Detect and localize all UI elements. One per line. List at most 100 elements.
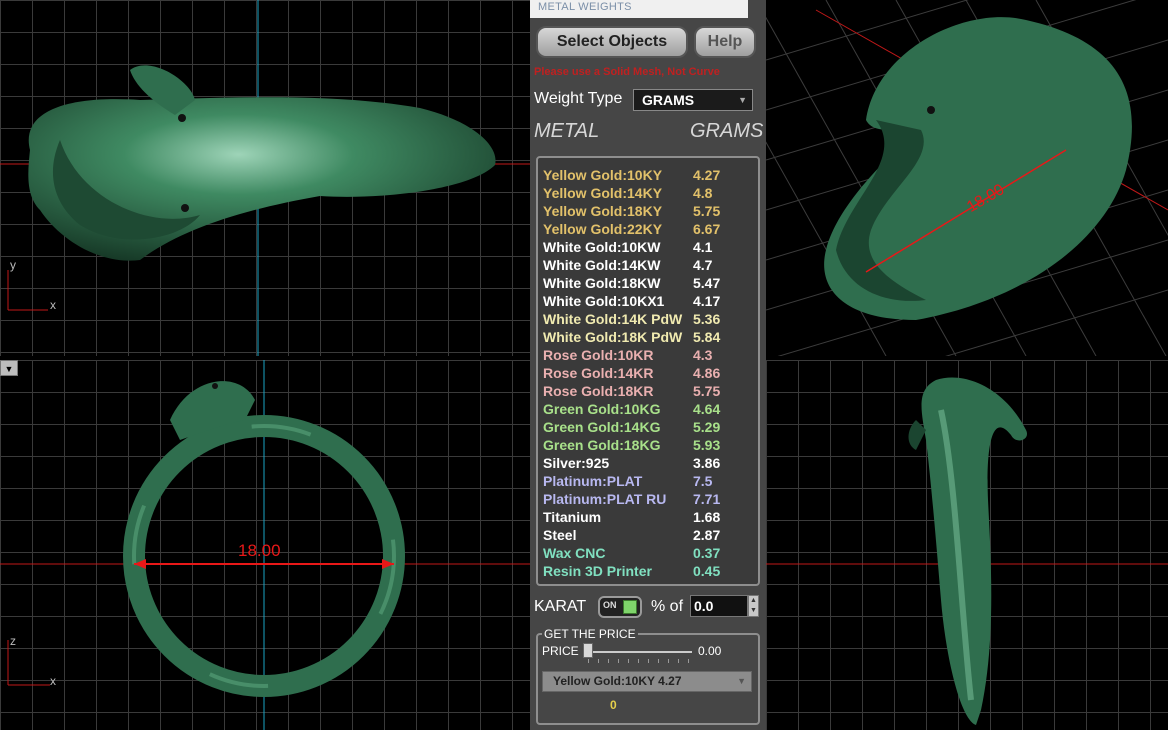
viewport-side-canvas: [766, 377, 1168, 725]
metal-grams: 5.47: [693, 275, 721, 291]
metal-name: Resin 3D Printer: [543, 563, 652, 579]
axis-label-x-front: x: [50, 674, 56, 688]
metal-grams: 4.86: [693, 365, 721, 381]
table-row[interactable]: Platinum:PLAT 7.5: [543, 472, 712, 490]
weight-type-value: GRAMS: [642, 92, 695, 108]
table-row[interactable]: Yellow Gold:18KY 5.75: [543, 202, 720, 220]
metal-grams: 0.37: [693, 545, 721, 561]
table-row[interactable]: White Gold:18K PdW 5.84: [543, 328, 720, 346]
price-group-title: GET THE PRICE: [542, 627, 638, 641]
table-row[interactable]: Yellow Gold:14KY 4.8: [543, 184, 712, 202]
metal-grams: 4.3: [693, 347, 713, 363]
viewport-perspective[interactable]: 18.00: [766, 0, 1168, 356]
panel-title-tab: [748, 0, 766, 18]
metal-name: Titanium: [543, 509, 602, 525]
metal-name: Steel: [543, 527, 577, 543]
metal-name: Rose Gold:14KR: [543, 365, 654, 381]
table-row[interactable]: Yellow Gold:22KY 6.67: [543, 220, 720, 238]
metal-grams: 7.5: [693, 473, 713, 489]
table-row[interactable]: Titanium 1.68: [543, 508, 720, 526]
metal-grams: 3.86: [693, 455, 721, 471]
metal-grams: 5.93: [693, 437, 721, 453]
front-dimension-label: 18.00: [238, 541, 281, 560]
metal-name: Yellow Gold:14KY: [543, 185, 663, 201]
metal-grams: 4.1: [693, 239, 713, 255]
metal-grams: 2.87: [693, 527, 721, 543]
metal-name: Green Gold:14KG: [543, 419, 661, 435]
chevron-down-icon: ▼: [738, 95, 747, 105]
panel-title: METAL WEIGHTS: [530, 0, 766, 18]
metal-weights-table: Yellow Gold:10KY 4.27 Yellow Gold:14KY 4.8 Y…: [536, 156, 760, 586]
table-row[interactable]: Green Gold:10KG 4.64: [543, 400, 720, 418]
chevron-down-icon: ▼: [737, 676, 746, 686]
table-row[interactable]: Wax CNC 0.37: [543, 544, 720, 562]
help-button[interactable]: Help: [694, 26, 756, 58]
percent-label: % of: [651, 598, 684, 615]
table-row[interactable]: White Gold:18KW 5.47: [543, 274, 720, 292]
karat-toggle[interactable]: ON: [598, 596, 642, 618]
price-metal-select[interactable]: Yellow Gold:10KY 4.27 ▼: [542, 671, 752, 692]
weight-type-select[interactable]: GRAMS ▼: [633, 89, 753, 111]
metal-grams: 5.36: [693, 311, 721, 327]
metal-grams: 5.75: [693, 203, 721, 219]
price-slider-track[interactable]: [588, 651, 692, 653]
percent-input[interactable]: 0.0: [690, 595, 748, 617]
table-row[interactable]: White Gold:10KX1 4.17: [543, 292, 720, 310]
table-row[interactable]: Platinum:PLAT RU 7.71: [543, 490, 720, 508]
percent-spinner[interactable]: ▲ ▼: [748, 595, 759, 617]
table-row[interactable]: Rose Gold:10KR 4.3: [543, 346, 712, 364]
table-row[interactable]: White Gold:10KW 4.1: [543, 238, 712, 256]
karat-label: KARAT: [534, 598, 587, 615]
metal-grams: 5.75: [693, 383, 721, 399]
karat-toggle-label: ON: [603, 600, 617, 610]
viewport-top[interactable]: y x: [0, 0, 530, 356]
table-row[interactable]: Green Gold:14KG 5.29: [543, 418, 720, 436]
metal-name: Wax CNC: [543, 545, 606, 561]
metal-name: Platinum:PLAT: [543, 473, 643, 489]
table-row[interactable]: Steel 2.87: [543, 526, 720, 544]
metal-name: White Gold:18KW: [543, 275, 661, 291]
price-metal-value: Yellow Gold:10KY 4.27: [553, 674, 682, 688]
viewport-top-canvas: [0, 0, 530, 356]
metal-name: Yellow Gold:10KY: [543, 167, 663, 183]
viewport-menu-button[interactable]: ▼: [0, 360, 18, 376]
table-row[interactable]: White Gold:14K PdW 5.36: [543, 310, 720, 328]
viewport-perspective-canvas: [766, 0, 1168, 356]
metal-grams: 5.84: [693, 329, 721, 345]
metal-name: Platinum:PLAT RU: [543, 491, 667, 507]
price-result: 0: [610, 698, 617, 712]
table-row[interactable]: Resin 3D Printer 0.45: [543, 562, 720, 580]
metal-name: Rose Gold:10KR: [543, 347, 654, 363]
metal-name: White Gold:14KW: [543, 257, 661, 273]
metal-grams: 5.29: [693, 419, 721, 435]
axis-label-z: z: [10, 634, 16, 648]
toggle-knob: [623, 600, 637, 614]
warning-text: Please use a Solid Mesh, Not Curve: [534, 66, 720, 78]
metal-grams: 4.64: [693, 401, 721, 417]
table-row[interactable]: White Gold:14KW 4.7: [543, 256, 712, 274]
metal-grams: 4.7: [693, 257, 713, 273]
metal-grams: 0.45: [693, 563, 721, 579]
price-slider-ticks: [588, 659, 692, 663]
metal-name: White Gold:10KW: [543, 239, 661, 255]
metal-name: White Gold:18K PdW: [543, 329, 683, 345]
spinner-down-icon[interactable]: ▼: [750, 607, 757, 614]
axis-label-x: x: [50, 298, 56, 312]
axis-label-y: y: [10, 258, 16, 272]
price-label: PRICE: [542, 644, 579, 658]
table-row[interactable]: Rose Gold:18KR 5.75: [543, 382, 720, 400]
table-row[interactable]: Yellow Gold:10KY 4.27: [543, 166, 720, 184]
viewport-side[interactable]: [766, 360, 1168, 730]
metal-grams: 7.71: [693, 491, 721, 507]
spinner-up-icon[interactable]: ▲: [750, 597, 757, 604]
metal-name: Yellow Gold:18KY: [543, 203, 663, 219]
metal-grams: 4.17: [693, 293, 721, 309]
table-row[interactable]: Green Gold:18KG 5.93: [543, 436, 720, 454]
table-row[interactable]: Rose Gold:14KR 4.86: [543, 364, 720, 382]
ring-shape-side: [921, 377, 1028, 725]
select-objects-button[interactable]: Select Objects: [536, 26, 688, 58]
viewport-front[interactable]: 18.00 z x: [0, 360, 530, 730]
price-slider-handle[interactable]: [583, 643, 593, 658]
table-row[interactable]: Silver:925 3.86: [543, 454, 720, 472]
metal-grams: 1.68: [693, 509, 721, 525]
